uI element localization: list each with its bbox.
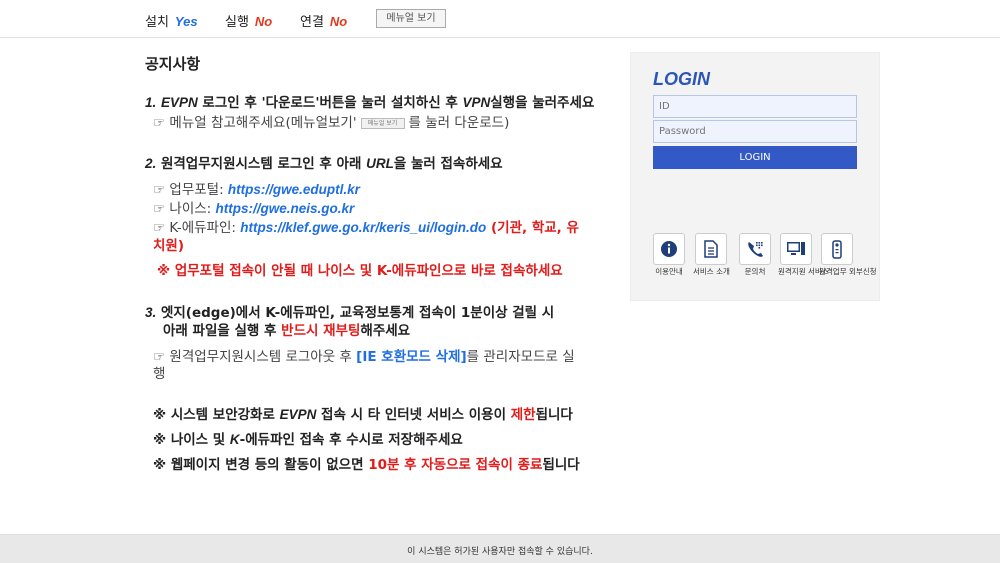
login-title: LOGIN — [653, 69, 710, 89]
notice-text: ☞ 원격업무지원시스템 로그아웃 후 — [153, 349, 357, 365]
contact-button[interactable]: 문의처 — [737, 233, 773, 277]
notice-text: -에듀파인 접속 후 수시로 저장해주세요 — [239, 432, 463, 448]
manual-view-button[interactable]: 메뉴얼 보기 — [376, 9, 446, 28]
kedu-link-row: ☞ K-에듀파인: https://klef.gwe.go.kr/keris_u… — [153, 216, 579, 236]
connect-status-label: 연결 — [300, 15, 324, 30]
ie-compat-remove-link[interactable]: [IE 호환모드 삭제] — [356, 349, 467, 365]
notice-text: 을 눌러 접속하세요 — [393, 156, 503, 172]
portal-link[interactable]: https://gwe.eduptl.kr — [228, 182, 360, 197]
info-icon — [653, 233, 685, 265]
run-status-value: No — [254, 14, 273, 29]
notice-text: 접속 시 타 인터넷 서비스 이용이 — [316, 407, 511, 423]
portal-warning: ※ 업무포털 접속이 안될 때 나이스 및 K-에듀파인으로 바로 접속하세요 — [157, 263, 563, 279]
notice-text: 실행을 눌러주세요 — [490, 95, 595, 111]
link-label: ☞ 나이스: — [153, 201, 216, 217]
service-label: 이용안내 — [655, 267, 683, 276]
service-guide-button[interactable]: 이용안내 — [651, 233, 687, 277]
notice-item-3-cont: 아래 파일을 실행 후 반드시 재부팅해주세요 — [163, 319, 410, 339]
notice-item-1-sub: ☞ 메뉴얼 참고해주세요(메뉴얼보기' 메뉴얼 보기 를 눌러 다운로드) — [153, 111, 509, 131]
evpn-text: EVPN — [160, 95, 198, 110]
notice-text: 를 관리자모드로 실 — [466, 349, 575, 365]
notice-item-2: 2. 원격업무지원시스템 로그인 후 아래 URL을 눌러 접속하세요 — [145, 152, 503, 172]
phone-icon — [739, 233, 771, 265]
notice-text: ※ 나이스 및 — [153, 432, 230, 448]
connect-status: 연결 No — [300, 11, 347, 30]
footer: 이 시스템은 허가된 사용자만 접속할 수 있습니다. — [0, 534, 1000, 563]
timeout-note: ※ 웹페이지 변경 등의 활동이 없으면 10분 후 자동으로 접속이 종료됩니… — [153, 453, 580, 473]
login-panel: LOGIN LOGIN 이용안내 서비스 소개 문의처 원격지원 서비스 원격업… — [630, 52, 880, 301]
kedu-note-cont: 치원) — [153, 238, 185, 254]
remote-control-icon — [821, 233, 853, 265]
url-text: URL — [366, 156, 394, 171]
notice-text: 로그인 후 '다운로드'버튼을 눌러 설치하신 후 — [197, 95, 463, 111]
service-label: 문의처 — [744, 267, 766, 276]
service-intro-button[interactable]: 서비스 소개 — [693, 233, 730, 277]
kedu-link[interactable]: https://klef.gwe.go.kr/keris_ui/login.do — [240, 220, 486, 235]
remote-external-apply-button[interactable]: 원격업무 외부신청 — [819, 233, 877, 277]
computer-icon — [780, 233, 812, 265]
timeout-text: 10분 후 자동으로 접속이 종료 — [368, 457, 543, 473]
notice-item-3: 3. 엣지(edge)에서 K-에듀파인, 교육정보통계 접속이 1분이상 걸릴… — [145, 301, 554, 321]
notice-title: 공지사항 — [145, 55, 201, 73]
password-input[interactable] — [653, 120, 857, 143]
neis-link-row: ☞ 나이스: https://gwe.neis.go.kr — [153, 197, 354, 217]
run-status-label: 실행 — [225, 15, 249, 30]
ie-mode-row: ☞ 원격업무지원시스템 로그아웃 후 [IE 호환모드 삭제]를 관리자모드로 … — [153, 345, 575, 365]
document-icon — [695, 233, 727, 265]
item-number: 3. — [145, 305, 157, 320]
save-note: ※ 나이스 및 K-에듀파인 접속 후 수시로 저장해주세요 — [153, 428, 463, 448]
evpn-text: EVPN — [279, 407, 317, 422]
service-label: 원격지원 서비스 — [778, 267, 829, 276]
notice-text: ※ 웹페이지 변경 등의 활동이 없으면 — [153, 457, 369, 473]
notice-text: ☞ 메뉴얼 참고해주세요(메뉴얼보기' — [153, 115, 357, 131]
neis-link[interactable]: https://gwe.neis.go.kr — [216, 201, 355, 216]
notice-text: 아래 파일을 실행 후 — [163, 323, 282, 339]
status-bar: 설치 Yes 실행 No 연결 No 메뉴얼 보기 — [0, 0, 1000, 38]
footer-text: 이 시스템은 허가된 사용자만 접속할 수 있습니다. — [407, 547, 593, 557]
notice-text: 해주세요 — [360, 323, 411, 339]
remote-support-button[interactable]: 원격지원 서비스 — [778, 233, 829, 277]
service-label: 서비스 소개 — [693, 267, 730, 276]
notice-item-1: 1. EVPN 로그인 후 '다운로드'버튼을 눌러 설치하신 후 VPN실행을… — [145, 91, 594, 111]
item-number: 1. — [145, 95, 157, 110]
notice-text: 를 눌러 다운로드) — [408, 115, 510, 131]
vpn-text: VPN — [462, 95, 491, 110]
service-label: 원격업무 외부신청 — [819, 267, 877, 276]
run-status: 실행 No — [225, 11, 272, 30]
k-text: K — [229, 432, 240, 447]
restriction-text: 제한 — [510, 407, 536, 423]
connect-status-value: No — [329, 14, 348, 29]
link-label: ☞ 업무포털: — [153, 182, 228, 198]
reboot-text: 반드시 재부팅 — [281, 323, 361, 339]
ie-mode-row-cont: 행 — [153, 366, 166, 382]
id-input[interactable] — [653, 95, 857, 118]
login-button[interactable]: LOGIN — [653, 146, 857, 169]
notice-text: 됩니다 — [535, 407, 573, 423]
kedu-note: (기관, 학교, 유 — [486, 220, 579, 236]
portal-link-row: ☞ 업무포털: https://gwe.eduptl.kr — [153, 178, 360, 198]
notice-text: 됩니다 — [542, 457, 580, 473]
install-status: 설치 Yes — [145, 11, 198, 30]
security-note: ※ 시스템 보안강화로 EVPN 접속 시 타 인터넷 서비스 이용이 제한됩니… — [153, 403, 573, 423]
item-number: 2. — [145, 156, 157, 171]
install-status-value: Yes — [174, 14, 198, 29]
install-status-label: 설치 — [145, 15, 169, 30]
notice-text: 원격업무지원시스템 로그인 후 아래 — [156, 156, 367, 172]
mini-manual-button[interactable]: 메뉴얼 보기 — [360, 117, 405, 129]
notice-text: ※ 시스템 보안강화로 — [153, 407, 280, 423]
